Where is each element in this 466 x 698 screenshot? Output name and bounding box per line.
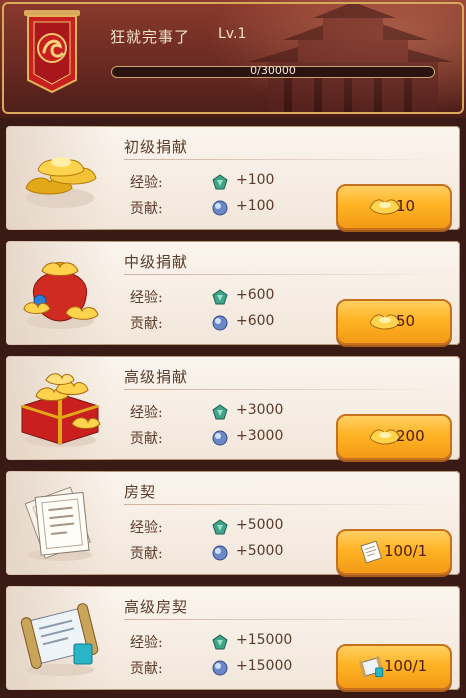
exp-gem-icon bbox=[212, 519, 228, 535]
contribution-value: +3000 bbox=[236, 428, 284, 444]
donate-cost: 50 bbox=[396, 312, 416, 330]
contribution-label: 贡献: bbox=[130, 661, 163, 677]
donation-list: 初级捐献 经验: +100 贡献: +100 10 中级捐献 经验: +600 … bbox=[0, 118, 466, 698]
donation-card-intermediate: 中级捐献 经验: +600 贡献: +600 50 bbox=[6, 241, 460, 345]
title-divider bbox=[124, 389, 450, 390]
contribution-orb-icon bbox=[212, 315, 228, 331]
contribution-label: 贡献: bbox=[130, 201, 163, 217]
contribution-value: +100 bbox=[236, 198, 275, 214]
exp-label: 经验: bbox=[130, 175, 163, 191]
exp-value: +5000 bbox=[236, 517, 284, 533]
exp-value: +3000 bbox=[236, 402, 284, 418]
scroll-deed-icon bbox=[20, 603, 99, 676]
title-divider bbox=[124, 504, 450, 505]
player-level: Lv.1 bbox=[218, 26, 247, 42]
contribution-orb-icon bbox=[212, 545, 228, 561]
guild-banner-icon[interactable] bbox=[22, 8, 82, 94]
title-divider bbox=[124, 274, 450, 275]
donate-button-deed[interactable]: 100/1 bbox=[336, 529, 452, 575]
title-divider bbox=[124, 619, 450, 620]
donation-card-advanced-deed: 高级房契 经验: +15000 贡献: +15000 100/1 bbox=[6, 586, 460, 690]
exp-gem-icon bbox=[212, 634, 228, 650]
donation-title: 高级捐献 bbox=[124, 368, 189, 386]
contribution-label: 贡献: bbox=[130, 431, 163, 447]
contribution-orb-icon bbox=[212, 430, 228, 446]
exp-value: +100 bbox=[236, 172, 275, 188]
contribution-value: +5000 bbox=[236, 543, 284, 559]
money-bag-icon bbox=[23, 262, 99, 329]
exp-value: +600 bbox=[236, 287, 275, 303]
guild-header: 狂就完事了 Lv.1 0/30000 bbox=[0, 0, 466, 118]
donation-title: 房契 bbox=[124, 483, 157, 501]
donate-button-basic[interactable]: 10 bbox=[336, 184, 452, 230]
donate-cost: 100/1 bbox=[384, 657, 428, 675]
contribution-value: +600 bbox=[236, 313, 275, 329]
donate-button-intermediate[interactable]: 50 bbox=[336, 299, 452, 345]
treasure-chest-icon bbox=[21, 373, 101, 447]
donate-button-advanced-deed[interactable]: 100/1 bbox=[336, 644, 452, 690]
donate-cost: 200 bbox=[396, 427, 425, 445]
donation-title: 高级房契 bbox=[124, 598, 189, 616]
exp-label: 经验: bbox=[130, 405, 163, 421]
donation-title: 中级捐献 bbox=[124, 253, 189, 271]
donation-card-advanced: 高级捐献 经验: +3000 贡献: +3000 200 bbox=[6, 356, 460, 460]
donation-card-basic: 初级捐献 经验: +100 贡献: +100 10 bbox=[6, 126, 460, 230]
donate-button-advanced[interactable]: 200 bbox=[336, 414, 452, 460]
exp-gem-icon bbox=[212, 404, 228, 420]
palace-illustration bbox=[248, 2, 453, 112]
xp-progress-text: 0/30000 bbox=[250, 64, 296, 77]
donation-card-deed: 房契 经验: +5000 贡献: +5000 100/1 bbox=[6, 471, 460, 575]
contribution-label: 贡献: bbox=[130, 316, 163, 332]
contribution-orb-icon bbox=[212, 200, 228, 216]
donation-title: 初级捐献 bbox=[124, 138, 189, 156]
house-deed-icon bbox=[24, 486, 92, 561]
player-name: 狂就完事了 bbox=[110, 28, 191, 46]
xp-progress-bar: 0/30000 bbox=[111, 64, 435, 78]
exp-gem-icon bbox=[212, 174, 228, 190]
contribution-orb-icon bbox=[212, 660, 228, 676]
exp-value: +15000 bbox=[236, 632, 293, 648]
exp-label: 经验: bbox=[130, 520, 163, 536]
donate-cost: 100/1 bbox=[384, 542, 428, 560]
contribution-label: 贡献: bbox=[130, 546, 163, 562]
exp-label: 经验: bbox=[130, 635, 163, 651]
title-divider bbox=[124, 159, 450, 160]
donate-cost: 10 bbox=[396, 197, 416, 215]
contribution-value: +15000 bbox=[236, 658, 293, 674]
exp-gem-icon bbox=[212, 289, 228, 305]
gold-ingots-icon bbox=[25, 157, 97, 208]
exp-label: 经验: bbox=[130, 290, 163, 306]
